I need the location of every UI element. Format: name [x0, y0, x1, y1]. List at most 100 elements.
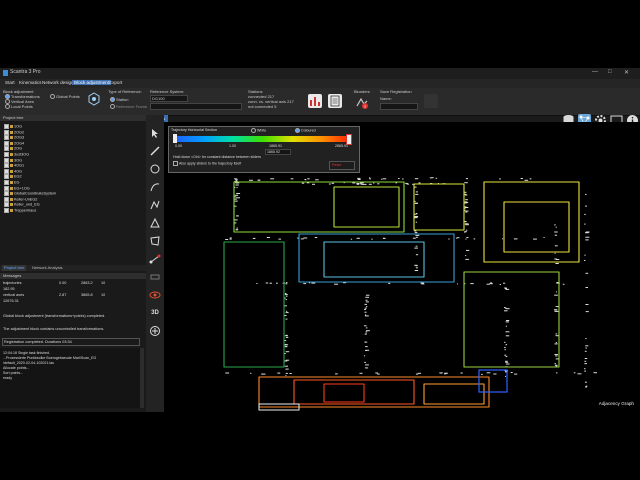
checkbox[interactable] [4, 152, 9, 157]
tree-item[interactable]: Keller-UnEG2 [4, 196, 37, 202]
checkbox[interactable] [4, 140, 9, 146]
pointer-tool-icon[interactable] [149, 127, 161, 139]
point-cloud-fragment [365, 331, 368, 333]
save-registration-button[interactable] [424, 94, 438, 108]
point-cloud-fragment [504, 310, 508, 312]
point-cloud-fragment [448, 238, 450, 240]
tree-item[interactable]: 2OG [4, 146, 22, 152]
polyline-tool-icon[interactable] [149, 199, 161, 211]
opt-reference-frame[interactable]: Reference Frame [110, 104, 147, 110]
reference-system-field[interactable]: DG100 [150, 95, 188, 102]
tree-item[interactable]: 2OG2 [4, 129, 24, 135]
eye-icon[interactable] [149, 289, 161, 301]
maximize-button[interactable]: □ [608, 69, 612, 75]
registration-name-input[interactable] [380, 103, 418, 110]
reset-button[interactable]: Reset [329, 161, 355, 170]
tree-item[interactable]: 3ust3OG [4, 152, 29, 157]
triangle-tool-icon[interactable] [149, 217, 161, 229]
point-cloud-fragment [402, 178, 404, 180]
opt-white[interactable]: White [251, 128, 266, 133]
log-scrollbar[interactable] [140, 348, 144, 408]
point-cloud-fragment [555, 335, 559, 337]
tree-item[interactable]: 4OG [4, 168, 22, 174]
polygon-tool-icon[interactable] [149, 235, 161, 247]
tab-network-analysis[interactable]: Network Analysis [30, 265, 64, 271]
tree-item[interactable]: 1OG [4, 124, 22, 129]
point-cloud-fragment [331, 182, 335, 184]
reference-system-extra-field[interactable] [150, 103, 242, 110]
menu-block-adjustment[interactable]: Block adjustment [72, 80, 111, 85]
checkbox[interactable] [4, 129, 9, 135]
checkbox[interactable] [4, 191, 9, 197]
point-cloud-fragment [415, 221, 417, 223]
point-cloud-fragment [554, 258, 557, 260]
point-cloud-fragment [405, 182, 408, 184]
min-slider-handle[interactable] [173, 134, 177, 143]
block-adjustment-icon[interactable] [88, 92, 100, 106]
tree-item[interactable]: 4OG1 [4, 163, 24, 169]
point-cloud-fragment [257, 179, 260, 181]
point-cloud-fragment [562, 283, 565, 285]
checkbox[interactable] [4, 196, 9, 202]
checkbox[interactable] [4, 163, 9, 169]
point-cloud-fragment [415, 373, 419, 375]
menu-export[interactable]: Export [107, 80, 124, 85]
checkbox[interactable] [4, 208, 9, 213]
point-cloud-fragment [307, 178, 310, 180]
point-cloud-fragment [584, 223, 586, 225]
opt-global-points[interactable]: Global Points [50, 94, 80, 100]
checkbox[interactable] [4, 174, 9, 180]
minimize-button[interactable]: — [592, 69, 598, 75]
view-3d-button[interactable]: 3D [149, 307, 161, 319]
point-cloud-fragment [555, 333, 558, 335]
pen-tool-icon[interactable] [149, 145, 161, 157]
point-cloud-fragment [504, 349, 506, 351]
opt-local-points[interactable]: Local Points [5, 104, 33, 110]
tree-item[interactable]: GlobalCoordinateSystem [4, 191, 56, 197]
log-line: ...Prozessierte Punktwolke Buerogebaeude… [3, 356, 97, 360]
checkbox[interactable] [4, 180, 9, 185]
checkbox[interactable] [4, 124, 9, 129]
point-cloud-fragment [364, 309, 366, 310]
checkbox[interactable] [4, 185, 9, 191]
tree-item[interactable]: 2OG3 [4, 135, 24, 141]
point-cloud-fragment [398, 178, 400, 179]
tree-item[interactable]: EG2 [4, 174, 22, 180]
node-tool-icon[interactable] [149, 253, 161, 265]
tree-item[interactable]: EG [4, 180, 20, 185]
tree-item[interactable]: 3OG [4, 157, 22, 163]
circle-tool-icon[interactable] [149, 163, 161, 175]
menu-start[interactable]: Start [3, 80, 17, 85]
opt-coloured[interactable]: Coloured [295, 128, 316, 133]
point-cloud-fragment [465, 229, 468, 231]
close-button[interactable]: ✕ [624, 69, 629, 76]
link-tool-icon[interactable] [149, 325, 161, 337]
tree-item[interactable]: EG+1OG [4, 185, 30, 191]
checkbox[interactable] [4, 135, 9, 141]
report-icon[interactable] [328, 94, 342, 108]
point-cloud-fragment [285, 336, 289, 338]
blunders-label: Blunders [354, 89, 370, 94]
slider-value-field[interactable]: 1865.92 [265, 149, 291, 155]
menu-network-design[interactable]: Network design [40, 80, 76, 85]
point-cloud-fragment [284, 344, 289, 346]
blunders-icon[interactable]: x [355, 96, 369, 110]
tree-item[interactable]: 2OG4 [4, 140, 24, 146]
log-line: 12:04:18 Single task finished. [3, 351, 50, 355]
chart-icon[interactable] [308, 94, 322, 108]
tab-project-tree[interactable]: Project tree [2, 265, 27, 271]
tree-item[interactable]: Treppenhaus [4, 208, 36, 213]
checkbox[interactable] [4, 168, 9, 174]
measure-tool-icon[interactable] [149, 271, 161, 283]
tree-item[interactable]: Keller_und_EG [4, 202, 40, 208]
checkbox[interactable] [4, 157, 9, 163]
point-cloud-fragment [585, 304, 589, 305]
curve-tool-icon[interactable] [149, 181, 161, 193]
point-cloud-fragment [493, 373, 497, 375]
checkbox[interactable] [4, 146, 9, 152]
checkbox[interactable] [4, 202, 9, 208]
msg-row-3: vertical axes 2.87 3865.8 10 [3, 293, 106, 297]
also-apply-checkbox[interactable]: Also apply sliders to the trajectory its… [173, 161, 241, 166]
point-cloud-fragment [368, 183, 372, 185]
opt-station[interactable]: Station [110, 97, 128, 103]
